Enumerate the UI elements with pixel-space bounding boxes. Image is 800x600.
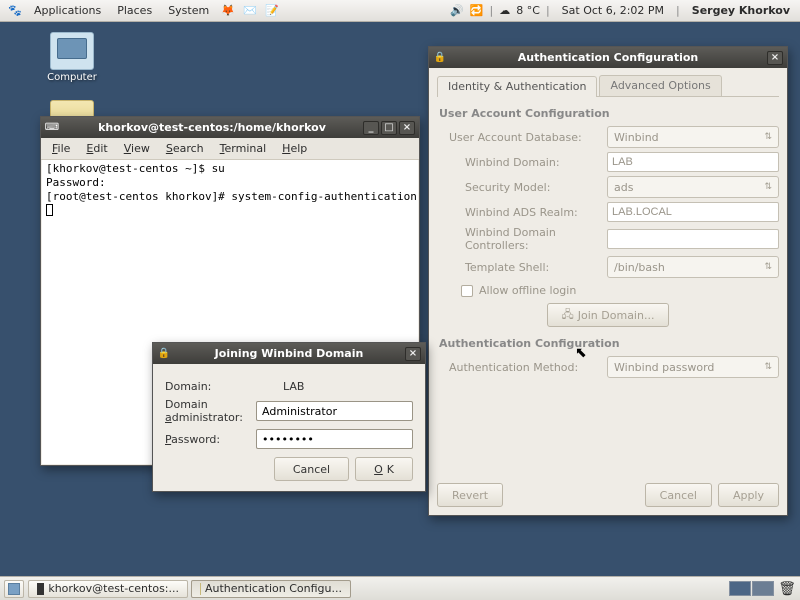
lock-icon: 🔒 xyxy=(433,51,447,65)
chevron-updown-icon: ⇅ xyxy=(764,362,772,372)
close-button[interactable]: × xyxy=(767,51,783,65)
desktop-icon-computer[interactable]: Computer xyxy=(40,32,104,83)
menu-places[interactable]: Places xyxy=(109,2,160,19)
join-titlebar[interactable]: 🔒 Joining Winbind Domain × xyxy=(153,343,425,364)
terminal-cursor xyxy=(46,204,53,216)
chevron-updown-icon: ⇅ xyxy=(764,262,772,272)
terminal-icon xyxy=(37,583,44,595)
label-domain: Winbind Domain: xyxy=(437,156,607,169)
combo-database[interactable]: Winbind⇅ xyxy=(607,126,779,148)
terminal-menu-terminal[interactable]: Terminal xyxy=(213,140,274,157)
input-join-password[interactable] xyxy=(256,429,413,449)
join-ok-button[interactable]: OK xyxy=(355,457,413,481)
desktop-icon xyxy=(8,583,20,595)
taskbar-item-auth[interactable]: Authentication Configu... xyxy=(191,580,351,598)
firefox-icon[interactable]: 🦊 xyxy=(219,2,237,20)
gnome-foot-icon: 🐾 xyxy=(6,2,24,20)
network-icon[interactable]: 🔁 xyxy=(470,4,484,17)
close-button[interactable]: × xyxy=(405,347,421,361)
terminal-menu-edit[interactable]: Edit xyxy=(79,140,114,157)
label-template-shell: Template Shell: xyxy=(437,261,607,274)
workspace-1[interactable] xyxy=(729,581,751,596)
label-db: User Account Database: xyxy=(437,131,607,144)
input-domain-controllers[interactable] xyxy=(607,229,779,249)
input-ads-realm[interactable] xyxy=(607,202,779,222)
workspace-2[interactable] xyxy=(752,581,774,596)
menu-applications[interactable]: Applications xyxy=(26,2,109,19)
lock-icon xyxy=(200,583,201,595)
computer-icon xyxy=(50,32,94,70)
mail-icon[interactable]: ✉️ xyxy=(241,2,259,20)
terminal-menu-help[interactable]: Help xyxy=(275,140,314,157)
input-winbind-domain[interactable] xyxy=(607,152,779,172)
maximize-button[interactable]: □ xyxy=(381,121,397,135)
auth-titlebar[interactable]: 🔒 Authentication Configuration × xyxy=(429,47,787,68)
join-icon: 🖧 xyxy=(562,306,574,325)
section-auth-config: Authentication Configuration xyxy=(439,337,779,350)
section-user-account: User Account Configuration xyxy=(439,107,779,120)
show-desktop-button[interactable] xyxy=(4,580,24,598)
user-menu[interactable]: Sergey Khorkov xyxy=(686,4,796,17)
terminal-title: khorkov@test-centos:/home/khorkov xyxy=(63,121,361,134)
taskbar-item-terminal[interactable]: khorkov@test-centos:... xyxy=(28,580,188,598)
chevron-updown-icon: ⇅ xyxy=(764,132,772,142)
apply-button[interactable]: Apply xyxy=(718,483,779,507)
auth-title: Authentication Configuration xyxy=(451,51,765,64)
label-join-admin: Domain administrator: xyxy=(165,398,256,424)
bottom-panel: khorkov@test-centos:... Authentication C… xyxy=(0,576,800,600)
join-title: Joining Winbind Domain xyxy=(175,347,403,360)
cancel-button[interactable]: Cancel xyxy=(645,483,712,507)
terminal-menu-search[interactable]: Search xyxy=(159,140,211,157)
desktop-icon-label: Computer xyxy=(40,72,104,83)
terminal-icon: ⌨ xyxy=(45,121,59,135)
label-domain-controllers: Winbind Domain Controllers: xyxy=(437,226,607,252)
weather-icon[interactable]: ☁ xyxy=(499,4,510,17)
tab-identity[interactable]: Identity & Authentication xyxy=(437,76,597,97)
workspace-pager[interactable] xyxy=(729,581,774,596)
label-allow-offline: Allow offline login xyxy=(479,284,576,297)
terminal-content: [khorkov@test-centos ~]$ su Password: [r… xyxy=(46,162,417,203)
label-join-password: Password: xyxy=(165,433,256,446)
terminal-titlebar[interactable]: ⌨ khorkov@test-centos:/home/khorkov _ □ … xyxy=(41,117,419,138)
system-tray: 🔊 🔁 | ☁ 8 °C | Sat Oct 6, 2:02 PM | Serg… xyxy=(450,4,796,17)
trash-icon[interactable]: 🗑 xyxy=(778,581,796,597)
input-join-admin[interactable] xyxy=(256,401,413,421)
revert-button[interactable]: Revert xyxy=(437,483,503,507)
minimize-button[interactable]: _ xyxy=(363,121,379,135)
join-domain-dialog: 🔒 Joining Winbind Domain × Domain: LAB D… xyxy=(152,342,426,492)
label-auth-method: Authentication Method: xyxy=(437,361,607,374)
lock-icon: 🔒 xyxy=(157,347,171,361)
join-domain-button[interactable]: 🖧 Join Domain... xyxy=(547,303,670,327)
clock[interactable]: Sat Oct 6, 2:02 PM xyxy=(556,4,670,17)
label-ads-realm: Winbind ADS Realm: xyxy=(437,206,607,219)
terminal-menu-view[interactable]: View xyxy=(117,140,157,157)
chevron-updown-icon: ⇅ xyxy=(764,182,772,192)
join-cancel-button[interactable]: Cancel xyxy=(274,457,349,481)
combo-security-model[interactable]: ads⇅ xyxy=(607,176,779,198)
tab-advanced[interactable]: Advanced Options xyxy=(599,75,721,96)
menu-system[interactable]: System xyxy=(160,2,217,19)
combo-template-shell[interactable]: /bin/bash⇅ xyxy=(607,256,779,278)
volume-icon[interactable]: 🔊 xyxy=(450,4,464,17)
top-panel: 🐾 Applications Places System 🦊 ✉️ 📝 🔊 🔁 … xyxy=(0,0,800,22)
terminal-menubar: File Edit View Search Terminal Help xyxy=(41,138,419,160)
close-button[interactable]: × xyxy=(399,121,415,135)
terminal-menu-file[interactable]: File xyxy=(45,140,77,157)
label-join-domain: Domain: xyxy=(165,380,283,393)
auth-config-window: 🔒 Authentication Configuration × Identit… xyxy=(428,46,788,516)
value-join-domain: LAB xyxy=(283,380,304,393)
combo-auth-method[interactable]: Winbind password⇅ xyxy=(607,356,779,378)
notes-icon[interactable]: 📝 xyxy=(263,2,281,20)
label-security-model: Security Model: xyxy=(437,181,607,194)
checkbox-allow-offline[interactable] xyxy=(461,285,473,297)
weather-temp: 8 °C xyxy=(516,4,540,17)
auth-tabs: Identity & Authentication Advanced Optio… xyxy=(437,75,779,97)
